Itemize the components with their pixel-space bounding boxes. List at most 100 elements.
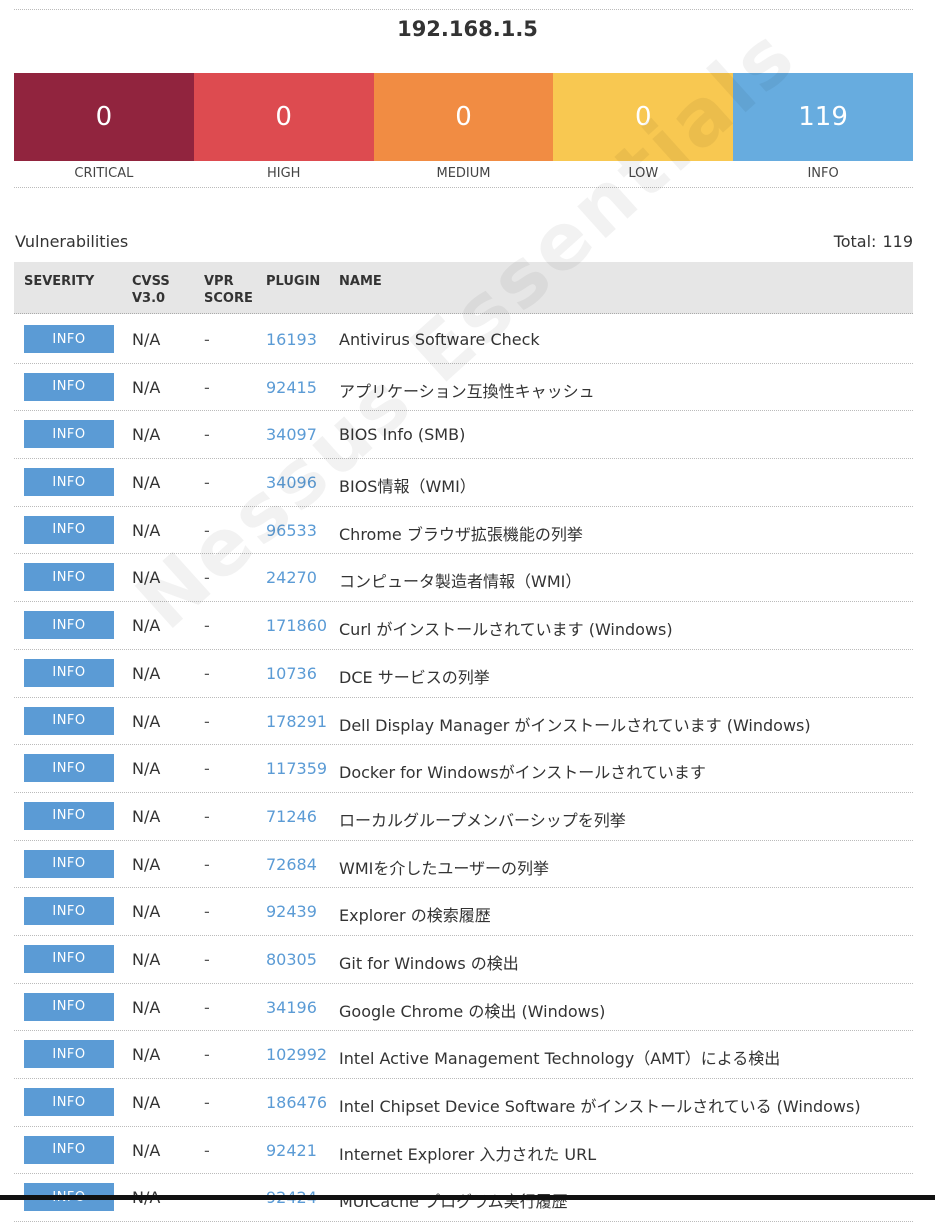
plugin-id-link[interactable]: 92415 <box>266 378 317 397</box>
severity-badge: INFO <box>24 849 114 878</box>
vulnerability-name: ローカルグループメンバーシップを列挙 <box>339 810 626 830</box>
table-row[interactable]: INFO N/A - 186476 Intel Chipset Device Softw… <box>14 1079 913 1127</box>
plugin-id-link[interactable]: 96533 <box>266 521 317 540</box>
plugin-id-link[interactable]: 10736 <box>266 664 317 683</box>
summary-info-label: INFO <box>807 166 839 181</box>
vpr-score: - <box>204 520 210 540</box>
vulnerability-table-body: INFO N/A -16193 Antivirus Software Check INF… <box>14 316 913 1222</box>
table-row[interactable]: INFO N/A - 72684 WMIを介したユーザーの列挙 <box>14 841 913 889</box>
plugin-id-link[interactable]: 34096 <box>266 473 317 492</box>
column-plugin[interactable]: PLUGIN <box>266 273 320 290</box>
column-severity[interactable]: SEVERITY <box>24 273 94 290</box>
table-row[interactable]: INFO N/A - 96533 Chrome ブラウザ拡張機能の列挙 <box>14 507 913 555</box>
severity-badge: INFO <box>24 420 114 449</box>
cvss-score: N/A <box>132 997 161 1017</box>
plugin-id-link[interactable]: 16193 <box>266 330 317 349</box>
summary-info-count: 119 <box>733 73 913 161</box>
severity-badge: INFO <box>24 563 114 592</box>
severity-badge: INFO <box>24 754 114 783</box>
vulnerability-name: Docker for Windowsがインストールされています <box>339 763 706 783</box>
vpr-score: - <box>204 759 210 779</box>
plugin-id-link[interactable]: 92421 <box>266 1141 317 1160</box>
cvss-score: N/A <box>132 330 161 349</box>
table-row[interactable]: INFO N/A - 80305 Git for Windows の検出 <box>14 936 913 984</box>
top-divider <box>14 9 913 10</box>
summary-low-count: 0 <box>553 73 734 161</box>
table-row[interactable]: INFO N/A - 34096 BIOS情報（WMI） <box>14 459 913 507</box>
plugin-id-link[interactable]: 34196 <box>266 998 317 1017</box>
cvss-score: N/A <box>132 377 161 397</box>
severity-badge: INFO <box>24 944 114 973</box>
vpr-score: - <box>204 425 210 445</box>
plugin-id-link[interactable]: 102992 <box>266 1045 327 1064</box>
vulnerability-name: Intel Chipset Device Software がインストールされて… <box>339 1097 861 1116</box>
table-row[interactable]: INFO N/A - 117359 Docker for Windowsがインストールさ… <box>14 745 913 793</box>
table-row[interactable]: INFO N/A - 24270 コンピュータ製造者情報（WMI） <box>14 554 913 603</box>
vpr-score: - <box>204 1140 210 1160</box>
column-vpr[interactable]: VPR SCORE <box>204 273 253 307</box>
table-row[interactable]: INFO N/A - 16193 Antivirus Software Check <box>14 316 913 364</box>
vulnerability-name: Internet Explorer 入力された URL <box>339 1144 597 1164</box>
plugin-id-link[interactable]: 92439 <box>266 902 317 921</box>
table-row[interactable]: INFO N/A - 102992 Intel Active Management Te… <box>14 1031 913 1079</box>
cvss-score: N/A <box>132 520 161 540</box>
plugin-id-link[interactable]: 80305 <box>266 950 317 969</box>
table-row[interactable]: INFO N/A - 92439 Explorer の検索履歴 <box>14 888 913 936</box>
vulnerability-name: コンピュータ製造者情報（WMI） <box>339 572 582 592</box>
host-title: 192.168.1.5 <box>397 17 538 41</box>
total-count: Total: 119 <box>834 232 913 251</box>
table-row[interactable]: INFO N/A - 34097 BIOS Info (SMB) <box>14 411 913 460</box>
bottom-edge-bar <box>0 1195 935 1200</box>
vpr-score: - <box>204 949 210 969</box>
plugin-id-link[interactable]: 71246 <box>266 807 317 826</box>
summary-medium-label: MEDIUM <box>436 166 491 181</box>
column-name[interactable]: NAME <box>339 273 382 290</box>
summary-medium-count: 0 <box>373 73 554 161</box>
summary-high-label: HIGH <box>266 166 301 181</box>
summary-divider <box>14 187 913 188</box>
severity-badge: INFO <box>24 1088 114 1116</box>
table-row[interactable]: INFO N/A - 171860 Curl がインストールされています (Window… <box>14 602 913 650</box>
vpr-score: - <box>204 1045 210 1065</box>
vulnerability-name: WMIを介したユーザーの列挙 <box>339 858 550 878</box>
cvss-score: N/A <box>132 759 161 779</box>
plugin-id-link[interactable]: 171860 <box>266 616 327 635</box>
cvss-score: N/A <box>132 806 161 826</box>
plugin-id-link[interactable]: 72684 <box>266 855 317 874</box>
summary-critical-label: CRITICAL <box>74 166 134 181</box>
cvss-score: N/A <box>132 711 161 731</box>
cvss-score: N/A <box>132 425 161 445</box>
plugin-id-link[interactable]: 178291 <box>266 712 327 731</box>
cvss-score: N/A <box>132 854 161 874</box>
severity-badge: INFO <box>24 801 114 830</box>
vpr-score: - <box>204 330 210 349</box>
severity-badge: INFO <box>24 897 114 926</box>
summary-high-count: 0 <box>193 73 374 161</box>
table-row[interactable]: INFO N/A - 34196 Google Chrome の検出 (Windows) <box>14 984 913 1032</box>
severity-badge: INFO <box>24 1040 114 1069</box>
column-vpr-line2: SCORE <box>204 291 253 306</box>
plugin-id-link[interactable]: 24270 <box>266 568 317 587</box>
vulnerability-name: Intel Active Management Technology（AMT）に… <box>339 1049 781 1069</box>
cvss-score: N/A <box>132 473 161 493</box>
column-cvss[interactable]: CVSS V3.0 <box>132 273 170 307</box>
plugin-id-link[interactable]: 186476 <box>266 1093 327 1112</box>
vulnerability-name: BIOS Info (SMB) <box>339 425 466 445</box>
table-row[interactable]: INFO N/A - 178291 Dell Display Manager がインスト… <box>14 698 913 746</box>
vpr-score: - <box>204 663 210 683</box>
table-row[interactable]: INFO N/A - 92415 アプリケーション互換性キャッシュ <box>14 364 913 412</box>
severity-badge: INFO <box>24 706 114 735</box>
severity-summary-labels: CRITICAL HIGH MEDIUM LOW INFO <box>14 166 913 181</box>
cvss-score: N/A <box>132 949 161 969</box>
total-label: Total: <box>833 232 877 251</box>
severity-badge: INFO <box>24 515 114 544</box>
vulnerability-name: DCE サービスの列挙 <box>339 667 490 687</box>
table-row[interactable]: INFO N/A - 71246 ローカルグループメンバーシップを列挙 <box>14 793 913 841</box>
vpr-score: - <box>204 711 210 731</box>
plugin-id-link[interactable]: 34097 <box>266 425 317 444</box>
table-row[interactable]: INFO N/A - 10736 DCE サービスの列挙 <box>14 650 913 698</box>
vpr-score: - <box>204 473 210 493</box>
table-row[interactable]: INFO N/A - 92421 Internet Explorer 入力された URL <box>14 1127 913 1175</box>
plugin-id-link[interactable]: 117359 <box>266 759 327 778</box>
severity-badge: INFO <box>24 992 114 1021</box>
